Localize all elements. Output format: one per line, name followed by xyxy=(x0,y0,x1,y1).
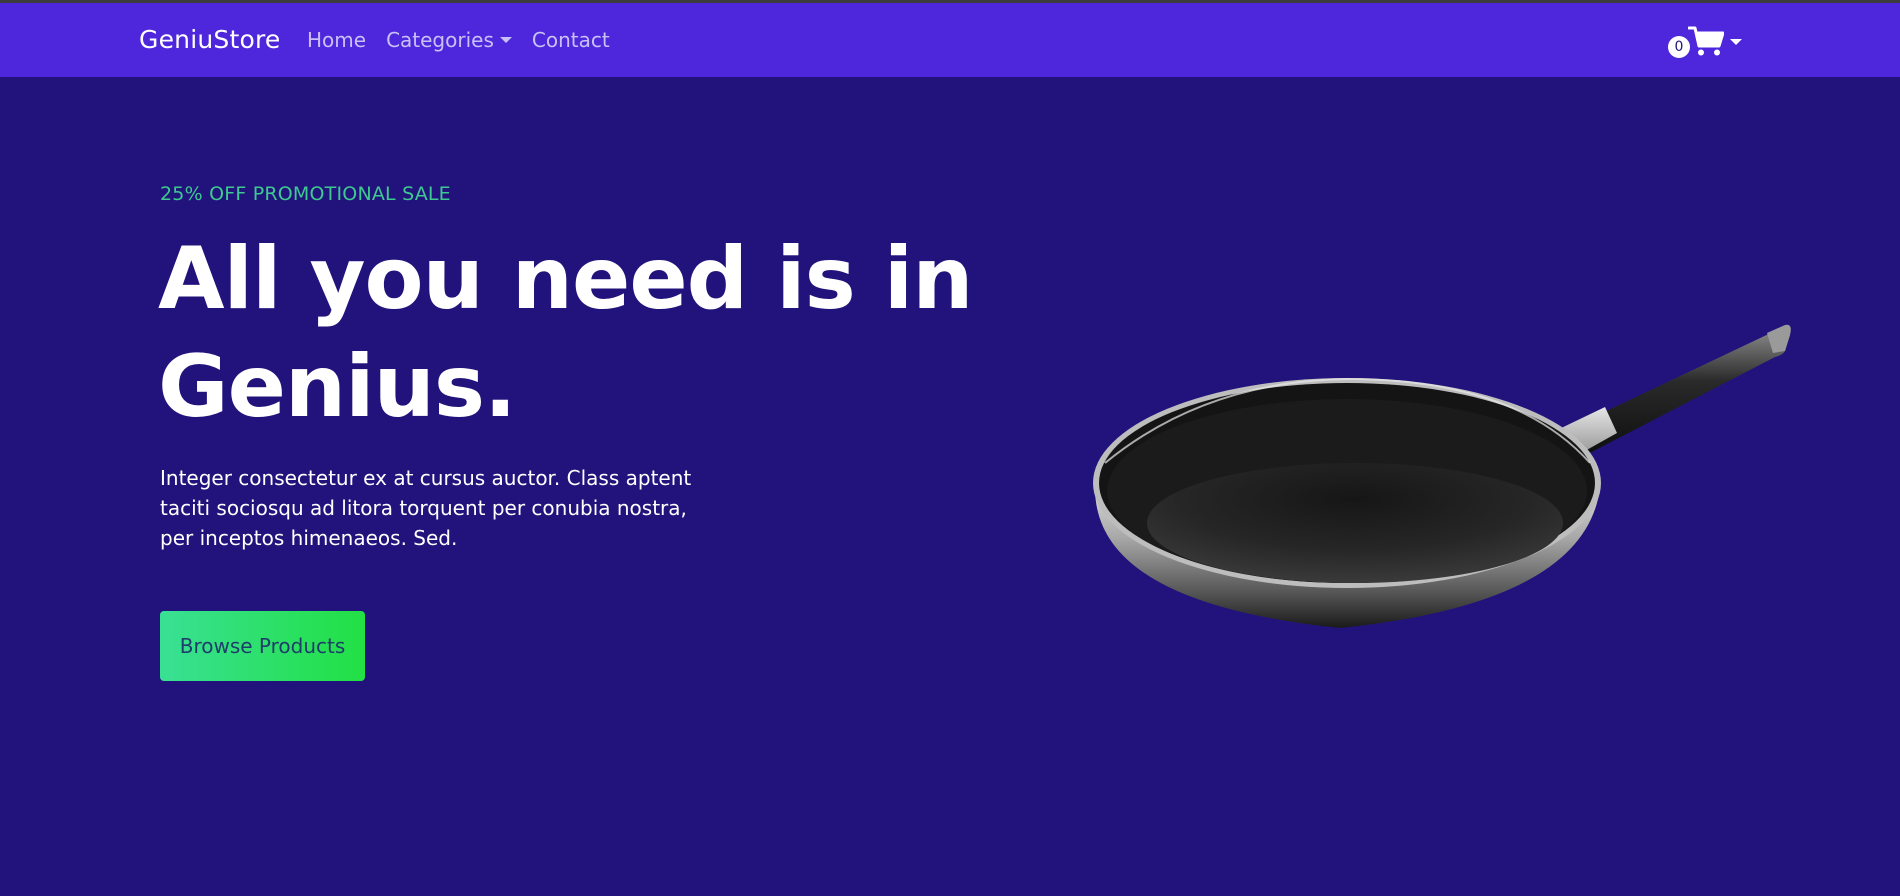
nav-link-categories[interactable]: Categories xyxy=(386,28,512,52)
promo-label: 25% OFF PROMOTIONAL SALE xyxy=(160,183,451,205)
chevron-down-icon xyxy=(499,37,512,43)
frying-pan-image xyxy=(1093,324,1791,628)
chevron-down-icon xyxy=(1730,39,1742,45)
browse-products-button[interactable]: Browse Products xyxy=(160,611,365,681)
cart-dropdown-button[interactable]: 0 xyxy=(1668,23,1746,59)
brand-logo[interactable]: GeniuStore xyxy=(139,25,280,54)
browser-viewport: GeniuStore Home Categories Contact 0 25%… xyxy=(0,0,1900,896)
nav-link-categories-label: Categories xyxy=(386,28,494,52)
nav-links: Home Categories Contact xyxy=(307,28,630,52)
landing-page: GeniuStore Home Categories Contact 0 25%… xyxy=(0,3,1900,896)
cart-count-badge: 0 xyxy=(1668,36,1690,58)
hero-headline: All you need is in Genius. xyxy=(158,229,973,437)
navbar: GeniuStore Home Categories Contact 0 xyxy=(0,3,1900,77)
hero-description: Integer consectetur ex at cursus auctor.… xyxy=(160,466,692,550)
nav-link-contact-label: Contact xyxy=(531,28,610,52)
nav-link-contact[interactable]: Contact xyxy=(532,28,610,52)
nav-link-home[interactable]: Home xyxy=(307,28,366,52)
shopping-cart-icon xyxy=(1688,26,1724,56)
nav-link-home-label: Home xyxy=(307,28,367,52)
